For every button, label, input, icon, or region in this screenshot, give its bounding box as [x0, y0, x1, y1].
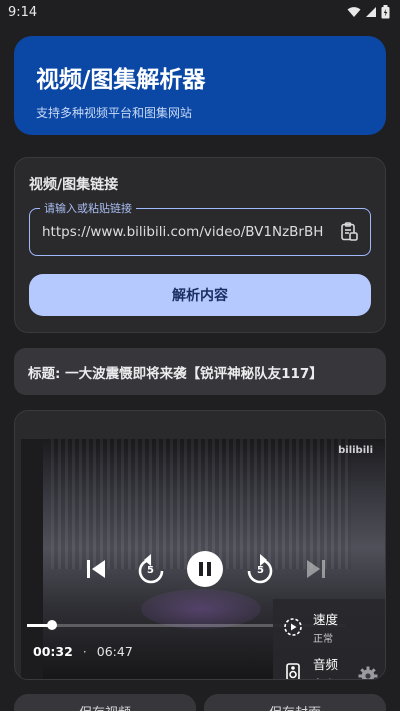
rewind-button[interactable]: 5: [135, 552, 167, 586]
link-input[interactable]: [42, 221, 328, 243]
gear-icon: [358, 666, 378, 679]
menu-item-value: 自动: [313, 675, 338, 679]
skip-previous-icon: [87, 560, 105, 578]
video-title: 标题: 一大波震慑即将来袭【锐评神秘队友117】: [14, 348, 386, 395]
forward-seconds: 5: [257, 565, 264, 576]
hero-banner: 视频/图集解析器 支持多种视频平台和图集网站: [14, 36, 386, 135]
settings-button[interactable]: [357, 665, 379, 679]
menu-item-title: 速度: [313, 612, 339, 627]
menu-item-audio[interactable]: 音频 自动: [283, 654, 339, 679]
next-button: [301, 554, 331, 584]
current-time: 00:32: [33, 644, 73, 659]
link-field[interactable]: 请输入或粘贴链接: [29, 200, 371, 256]
video-player-card: bilibili 5 5 00:32 · 06:47 速度 正常 音频: [14, 410, 386, 680]
status-time: 9:14: [8, 4, 38, 20]
save-video-button[interactable]: 保存视频: [14, 694, 196, 711]
rewind-seconds: 5: [147, 565, 154, 576]
status-bar: 9:14: [0, 0, 400, 24]
battery-icon: [381, 5, 390, 19]
video-watermark: bilibili: [338, 445, 373, 456]
seek-handle[interactable]: [47, 620, 58, 630]
duration: 06:47: [96, 644, 133, 659]
link-field-legend: 请输入或粘贴链接: [40, 200, 136, 216]
paste-button[interactable]: [338, 221, 360, 243]
video-player[interactable]: bilibili 5 5 00:32 · 06:47 速度 正常 音频: [21, 439, 385, 679]
link-card: 视频/图集链接 请输入或粘贴链接 解析内容: [14, 157, 386, 333]
speed-icon: [284, 618, 302, 636]
menu-item-title: 音频: [313, 657, 339, 672]
forward-button[interactable]: 5: [244, 552, 276, 586]
wifi-icon: [347, 7, 361, 17]
pause-button[interactable]: [187, 551, 223, 587]
time-display: 00:32 · 06:47: [33, 644, 133, 659]
menu-item-speed[interactable]: 速度 正常: [283, 609, 338, 645]
previous-button[interactable]: [81, 554, 111, 584]
parse-button[interactable]: 解析内容: [29, 274, 371, 316]
menu-item-value: 正常: [313, 634, 333, 645]
app-title: 视频/图集解析器: [36, 67, 206, 93]
paste-icon: [341, 222, 358, 241]
signal-icon: [366, 7, 376, 17]
app-subtitle: 支持多种视频平台和图集网站: [36, 106, 193, 120]
link-card-label: 视频/图集链接: [29, 177, 119, 193]
save-cover-button[interactable]: 保存封面: [204, 694, 386, 711]
skip-next-icon: [307, 560, 325, 578]
audio-track-icon: [286, 663, 300, 679]
time-separator: ·: [82, 644, 87, 659]
pause-icon: [199, 562, 211, 576]
